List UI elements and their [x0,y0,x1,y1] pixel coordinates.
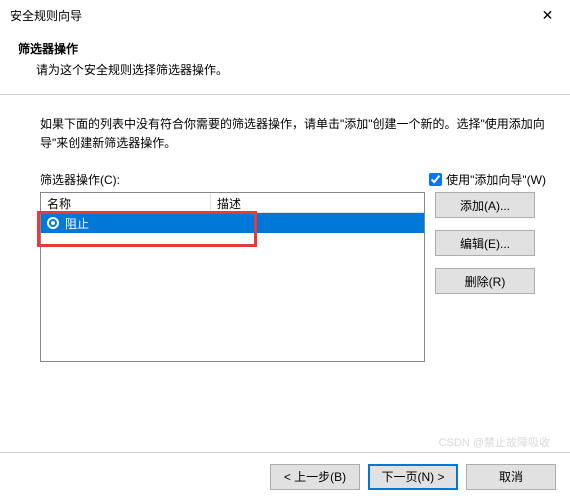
side-buttons: 添加(A)... 编辑(E)... 删除(R) [435,192,535,294]
list-header-row: 筛选器操作(C): 使用"添加向导"(W) [40,171,546,188]
close-icon: ✕ [542,7,554,24]
header-subtitle: 请为这个安全规则选择筛选器操作。 [18,61,546,78]
use-wizard-checkbox-area[interactable]: 使用"添加向导"(W) [429,171,546,188]
body-section: 如果下面的列表中没有符合你需要的筛选器操作，请单击"添加"创建一个新的。选择"使… [0,95,570,362]
next-button[interactable]: 下一页(N) > [368,464,458,490]
column-desc[interactable]: 描述 [211,193,424,212]
list-item[interactable]: 阻止 [41,213,424,233]
close-button[interactable]: ✕ [525,0,570,30]
list-label: 筛选器操作(C): [40,171,429,188]
back-button[interactable]: < 上一步(B) [270,464,360,490]
radio-selected-icon [47,217,59,229]
list-item-label: 阻止 [65,215,89,232]
cancel-button[interactable]: 取消 [466,464,556,490]
content-row: 名称 描述 阻止 添加(A)... 编辑(E)... 删除(R) [40,192,546,362]
use-wizard-label: 使用"添加向导"(W) [446,171,546,188]
header-title: 筛选器操作 [18,40,546,57]
window-title: 安全规则向导 [10,7,525,24]
use-wizard-checkbox[interactable] [429,173,442,186]
column-name[interactable]: 名称 [41,193,211,212]
body-description: 如果下面的列表中没有符合你需要的筛选器操作，请单击"添加"创建一个新的。选择"使… [40,115,546,153]
list-columns: 名称 描述 [41,193,424,213]
header-section: 筛选器操作 请为这个安全规则选择筛选器操作。 [0,30,570,95]
filter-action-listbox[interactable]: 名称 描述 阻止 [40,192,425,362]
footer: < 上一步(B) 下一页(N) > 取消 [0,452,570,500]
watermark: CSDN @禁止故障吸收 [439,434,550,450]
edit-button[interactable]: 编辑(E)... [435,230,535,256]
titlebar: 安全规则向导 ✕ [0,0,570,30]
remove-button[interactable]: 删除(R) [435,268,535,294]
add-button[interactable]: 添加(A)... [435,192,535,218]
